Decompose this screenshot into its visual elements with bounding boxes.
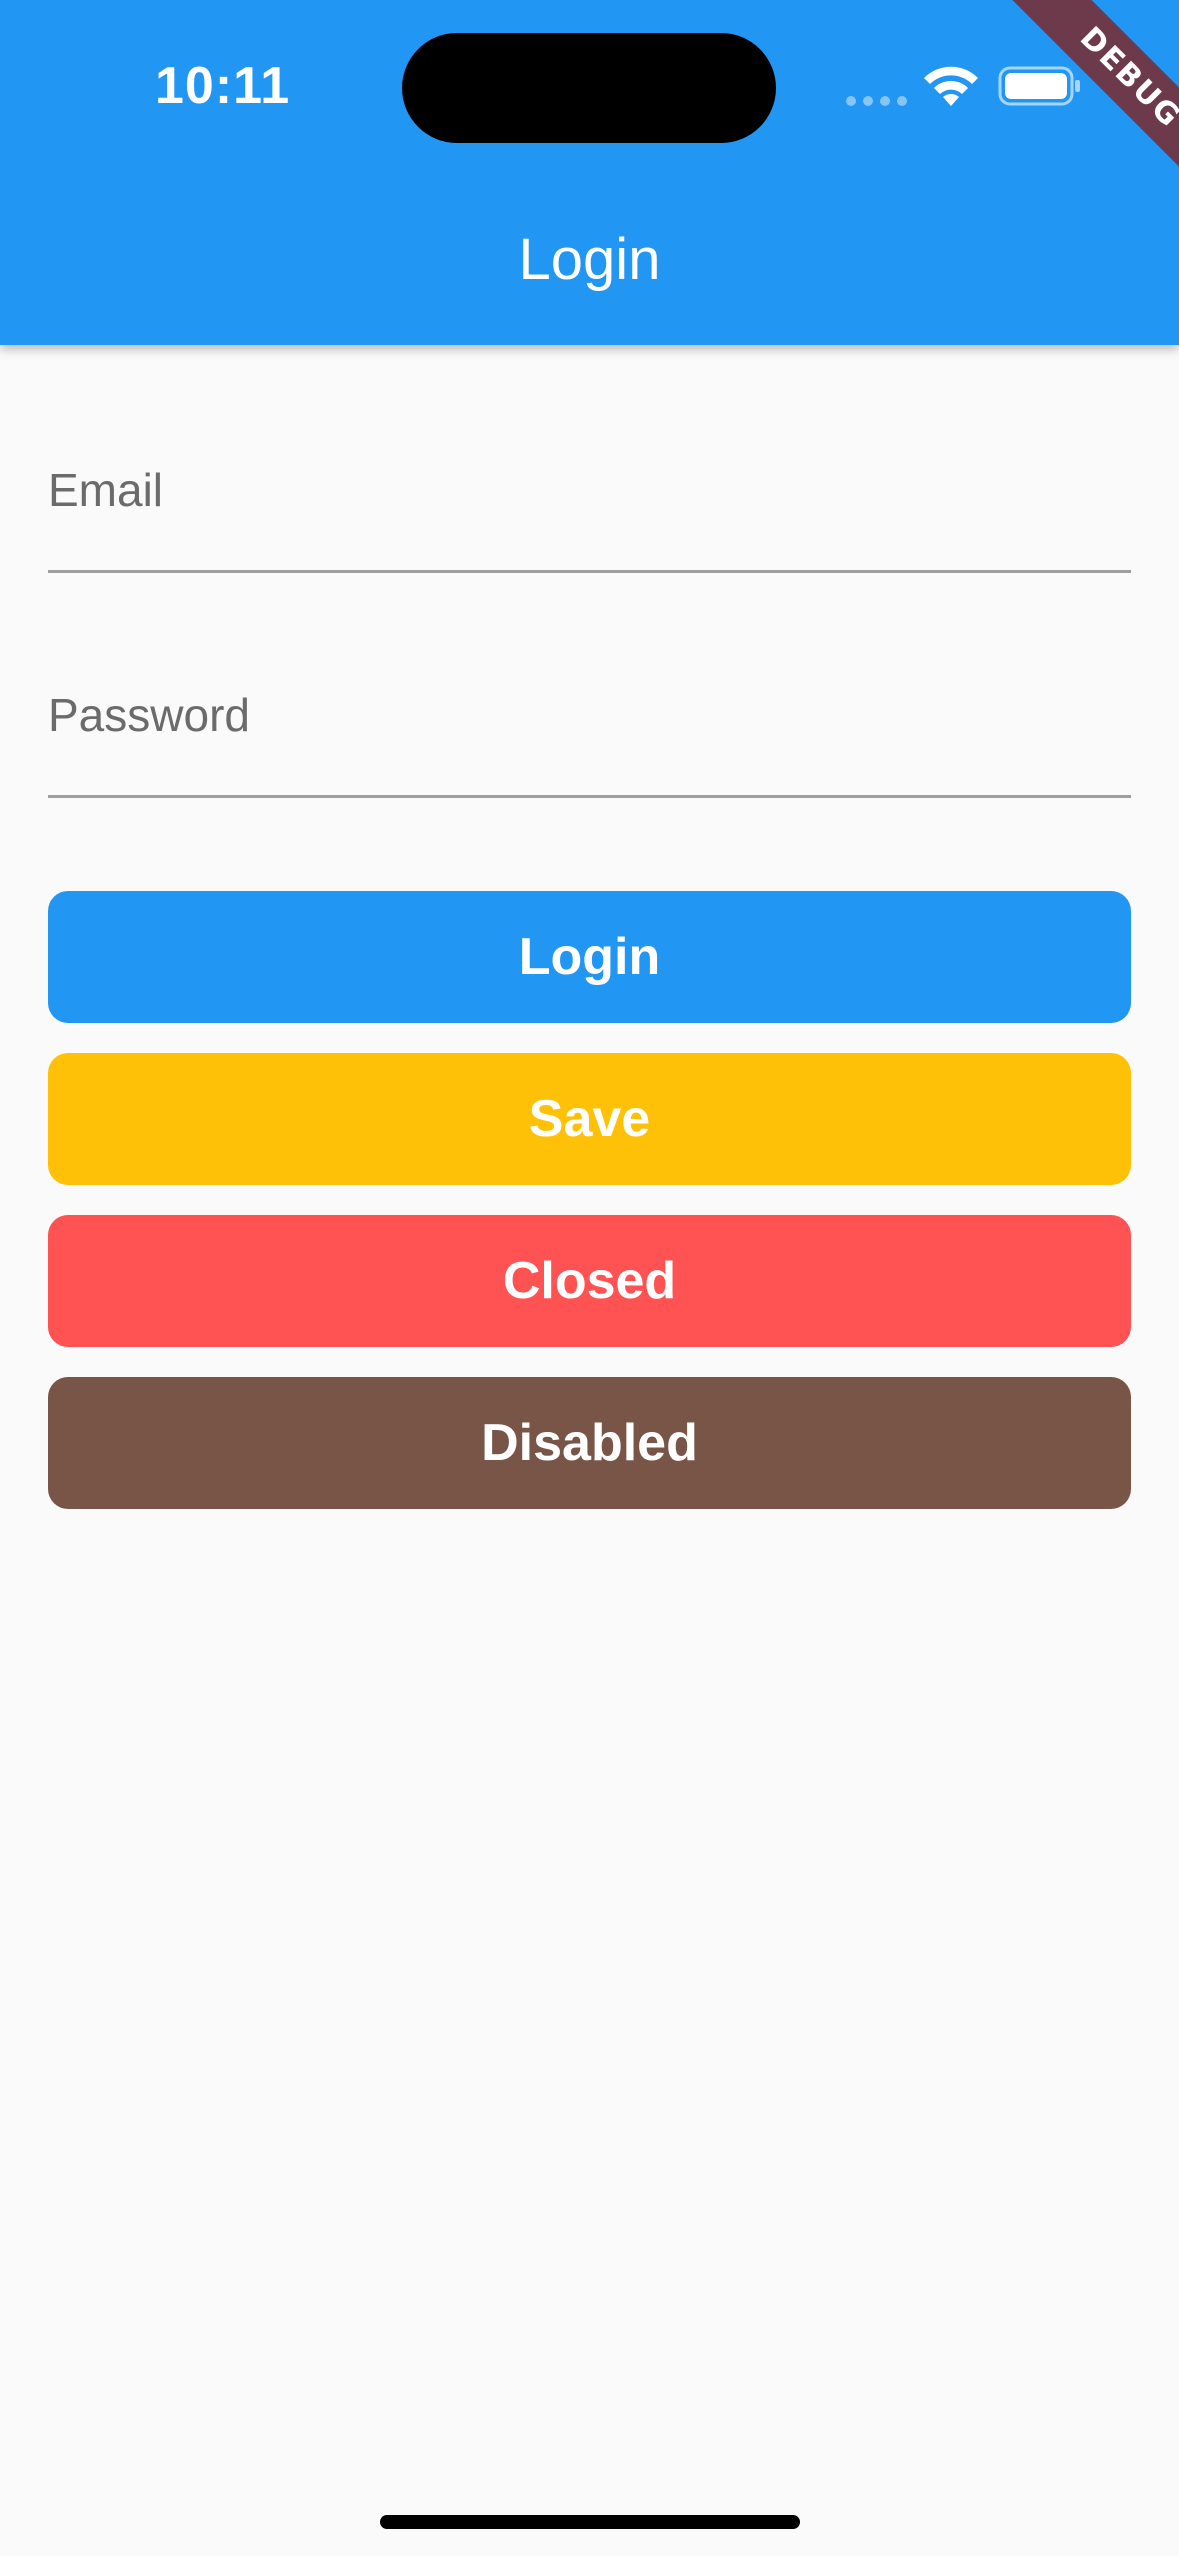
page-title: Login xyxy=(518,227,661,292)
login-button[interactable]: Login xyxy=(48,891,1131,1023)
disabled-button[interactable]: Disabled xyxy=(48,1377,1131,1509)
cellular-dots-icon xyxy=(846,96,907,106)
battery-icon xyxy=(998,66,1080,106)
dynamic-island xyxy=(402,33,776,143)
app-bar: 10:11 Login xyxy=(0,0,1179,345)
password-field-label: Password xyxy=(48,689,250,741)
closed-button[interactable]: Closed xyxy=(48,1215,1131,1347)
save-button[interactable]: Save xyxy=(48,1053,1131,1185)
password-field[interactable]: Password xyxy=(48,685,1131,798)
email-field[interactable]: Email xyxy=(48,460,1131,573)
home-indicator xyxy=(380,2515,800,2529)
email-field-label: Email xyxy=(48,464,164,516)
wifi-icon xyxy=(924,66,978,106)
status-time: 10:11 xyxy=(155,57,291,115)
